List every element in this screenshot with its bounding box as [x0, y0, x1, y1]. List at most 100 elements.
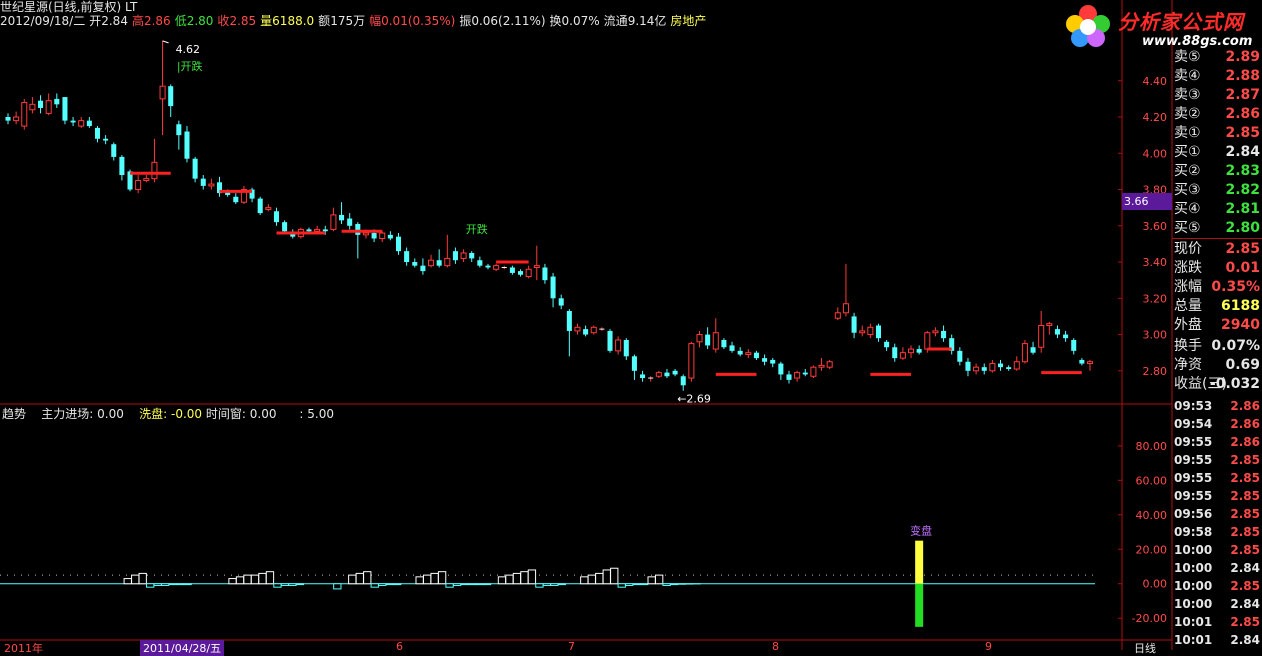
order-book-row-label: 买② — [1174, 162, 1201, 181]
indicator-bar-down — [154, 584, 161, 586]
period-label[interactable]: 日线 — [1134, 640, 1156, 656]
indicator-bar-up — [648, 577, 655, 584]
high-marker-arrow — [163, 41, 169, 43]
candle-body-up — [933, 331, 938, 333]
candle-body-down — [640, 374, 645, 378]
tick-row-value: 2.86 — [1230, 433, 1260, 451]
tick-row-label: 10:00 — [1174, 595, 1212, 613]
candle-body-down — [347, 219, 352, 226]
candle-body-up — [363, 233, 368, 235]
indicator-bar-down — [453, 584, 460, 586]
candle-body-up — [974, 367, 979, 371]
candle-body-down — [884, 342, 889, 347]
tick-row-label: 09:55 — [1174, 487, 1212, 505]
candle-body-up — [925, 333, 930, 349]
candle-body-down — [119, 157, 124, 175]
candle-body-down — [87, 121, 92, 126]
candle-body-up — [1087, 362, 1092, 364]
candle-body-down — [54, 99, 59, 104]
tick-row-value: 2.84 — [1230, 559, 1260, 577]
indicator-bar-down — [461, 584, 468, 585]
quote-info-row: 换手0.07% — [1172, 337, 1262, 356]
order-book-row-label: 买④ — [1174, 200, 1201, 219]
indicator-bar-down — [162, 584, 169, 586]
candle-body-down — [786, 374, 791, 379]
indicator-bar-up — [506, 575, 513, 584]
indicator-bar-up — [229, 579, 236, 584]
date-cursor-box: 2011/04/28/五 — [140, 640, 224, 656]
candle-body-up — [331, 215, 336, 230]
kaidie-label-1: |开跌 — [177, 59, 203, 73]
candle-body-down — [632, 356, 637, 371]
main-force-value: 0.00 — [97, 407, 124, 421]
candle-body-up — [689, 344, 694, 378]
candle-body-up — [22, 103, 27, 127]
indicator-bar-up — [139, 573, 146, 583]
indicator-bar-down — [626, 584, 633, 586]
main-force-label: 主力进场: — [41, 407, 93, 421]
tick-row: 09:552.85 — [1172, 451, 1262, 469]
order-book-row: 卖④2.88 — [1172, 67, 1262, 86]
quote-info-row-value: 0.01 — [1225, 259, 1260, 278]
candle-body-up — [209, 184, 214, 186]
tick-row-label: 10:00 — [1174, 559, 1212, 577]
indicator-bar-up — [236, 577, 243, 584]
candle-body-up — [656, 373, 661, 377]
candle-body-down — [762, 358, 767, 362]
indicator-tick-label: 20.00 — [1136, 543, 1168, 556]
tick-row-value: 2.85 — [1230, 523, 1260, 541]
indicator-bar-down — [379, 584, 386, 586]
indicator-name[interactable]: 趋势 — [2, 407, 26, 421]
candle-body-down — [176, 124, 181, 135]
indicator-bar-down — [281, 584, 288, 586]
high-label: 高 — [132, 14, 144, 28]
candle-body-down — [193, 159, 198, 179]
candle-body-down — [453, 251, 458, 260]
order-book-row: 卖③2.87 — [1172, 86, 1262, 105]
chart-canvas[interactable]: 4.404.204.003.803.603.403.203.002.80 80.… — [0, 0, 1262, 650]
tick-row-value: 2.85 — [1230, 505, 1260, 523]
indicator-bar-down — [296, 584, 303, 585]
order-book-row-value: 2.86 — [1225, 105, 1260, 124]
tick-row-label: 09:54 — [1174, 415, 1212, 433]
candle-body-up — [827, 362, 832, 367]
order-book-row-label: 卖① — [1174, 124, 1201, 143]
order-book-row-label: 卖⑤ — [1174, 48, 1201, 67]
order-book-row-label: 买⑤ — [1174, 219, 1201, 238]
high-marker-label: 4.62 — [176, 43, 201, 56]
candle-body-up — [14, 117, 19, 121]
candle-body-down — [754, 353, 759, 358]
tick-row: 09:562.85 — [1172, 505, 1262, 523]
indicator-tick-label: 80.00 — [1136, 440, 1168, 453]
tick-row-label: 10:00 — [1174, 541, 1212, 559]
candle-body-down — [957, 351, 962, 362]
order-book-row-value: 2.80 — [1225, 219, 1260, 238]
candle-body-up — [843, 304, 848, 313]
candle-body-down — [1079, 360, 1084, 364]
order-book-row: 买③2.82 — [1172, 181, 1262, 200]
tick-row: 10:002.84 — [1172, 595, 1262, 613]
indicator-bar-down — [176, 584, 183, 585]
candle-body-up — [713, 333, 718, 349]
quote-info-row: 总量6188 — [1172, 297, 1262, 316]
candle-body-down — [673, 371, 678, 375]
indicator-bar-down — [289, 584, 296, 586]
indicator-bar-up — [513, 573, 520, 583]
indicator-header: 趋势 主力进场: 0.00 洗盘: -0.00 时间窗: 0.00 : 5.00 — [2, 405, 334, 422]
candle-body-down — [5, 117, 10, 121]
price-tick-label: 4.40 — [1143, 75, 1168, 88]
candle-body-up — [795, 373, 800, 378]
price-tick-label: 3.20 — [1143, 292, 1168, 305]
tick-row-value: 2.85 — [1230, 487, 1260, 505]
candle-body-down — [1055, 329, 1060, 334]
candle-body-down — [803, 373, 808, 375]
indicator-bar-up — [655, 575, 662, 584]
tick-row-label: 10:01 — [1174, 631, 1212, 649]
tick-row: 10:002.85 — [1172, 541, 1262, 559]
low-value: 2.80 — [187, 14, 214, 28]
amount-label: 额 — [318, 14, 330, 28]
quote-info-row: 净资0.69 — [1172, 356, 1262, 375]
bianpan-bar-down — [915, 584, 923, 627]
indicator-bar-down — [618, 584, 625, 587]
indicator-bar-up — [431, 573, 438, 583]
